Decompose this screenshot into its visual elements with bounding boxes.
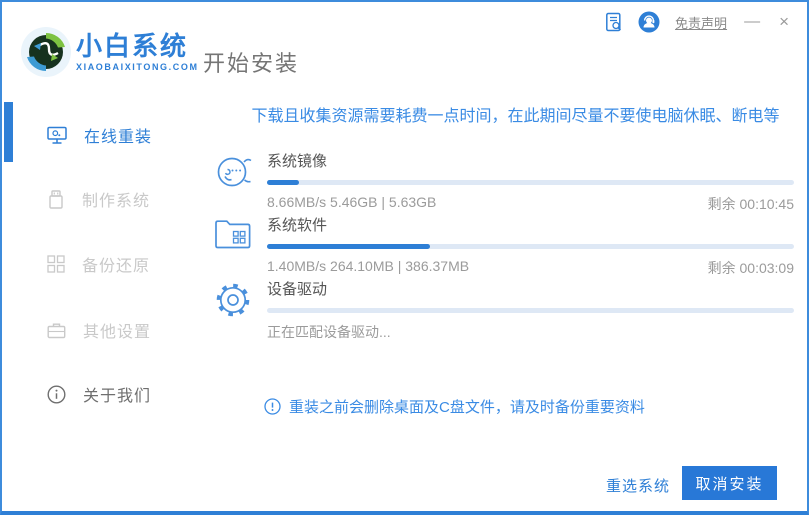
header-controls: 免责声明 — × xyxy=(604,11,791,33)
monitor-icon xyxy=(47,126,67,145)
sidebar-item-label: 在线重装 xyxy=(84,129,153,146)
download-warning-text: 下载且收集资源需要耗费一点时间，在此期间尽量不要使电脑休眠、断电等 xyxy=(251,108,780,125)
logo-text: 小白系统 XIAOBAIXITONG.COM xyxy=(76,32,199,72)
sidebar-item-make-system[interactable]: 制作系统 xyxy=(2,184,202,214)
logo-subtitle: XIAOBAIXITONG.COM xyxy=(76,62,199,72)
backup-note: 重装之前会删除桌面及C盘文件，请及时备份重要资料 xyxy=(264,396,645,417)
logo-title: 小白系统 xyxy=(76,31,189,61)
task-row-device-driver: 设备驱动 正在匹配设备驱动... xyxy=(213,278,794,342)
minimize-button[interactable]: — xyxy=(742,12,762,32)
task-row-system-image: 系统镜像 8.66MB/s 5.46GB | 5.63GB 剩余 00:10:4… xyxy=(213,150,794,214)
customer-service-icon[interactable] xyxy=(638,11,660,33)
task-title: 系统镜像 xyxy=(267,153,328,170)
progress-bar xyxy=(267,244,794,249)
app-logo: 小白系统 XIAOBAIXITONG.COM xyxy=(20,26,199,78)
briefcase-icon xyxy=(47,322,66,339)
task-row-system-software: 系统软件 1.40MB/s 264.10MB | 386.37MB 剩余 00:… xyxy=(213,214,794,278)
cancel-install-button[interactable]: 取消安装 xyxy=(682,466,777,500)
sidebar-item-label: 备份还原 xyxy=(82,258,151,275)
progress-bar xyxy=(267,308,794,313)
sidebar-item-other-settings[interactable]: 其他设置 xyxy=(2,315,202,345)
sidebar-item-backup-restore[interactable]: 备份还原 xyxy=(2,249,202,279)
usb-drive-icon xyxy=(47,189,65,209)
close-button[interactable]: × xyxy=(777,12,791,32)
page-title: 开始安装 xyxy=(203,51,300,76)
download-stats: 8.66MB/s 5.46GB | 5.63GB xyxy=(267,194,437,210)
time-remaining: 剩余 00:10:45 xyxy=(707,196,794,212)
time-remaining: 剩余 00:03:09 xyxy=(707,260,794,276)
mascot-face-icon xyxy=(213,150,267,214)
task-title: 设备驱动 xyxy=(267,281,328,298)
sidebar-item-about-us[interactable]: 关于我们 xyxy=(2,379,202,409)
progress-bar xyxy=(267,180,794,185)
info-circle-icon xyxy=(47,384,66,404)
app-window: 小白系统 XIAOBAIXITONG.COM 开始安装 免责声明 — × 在线重… xyxy=(0,0,809,515)
disclaimer-link[interactable]: 免责声明 xyxy=(675,13,727,32)
sidebar-item-online-reinstall[interactable]: 在线重装 xyxy=(2,120,202,150)
progress-bar-fill xyxy=(267,180,299,185)
task-title: 系统软件 xyxy=(267,217,328,234)
backup-blocks-icon xyxy=(47,255,65,273)
sidebar-item-label: 其他设置 xyxy=(83,324,152,341)
gear-icon xyxy=(213,278,267,342)
backup-note-text: 重装之前会删除桌面及C盘文件，请及时备份重要资料 xyxy=(289,399,645,416)
reselect-system-button[interactable]: 重选系统 xyxy=(606,475,670,496)
folder-grid-icon xyxy=(213,214,267,278)
logo-sphere-icon xyxy=(20,26,72,78)
progress-bar-fill xyxy=(267,244,431,249)
sidebar-item-label: 制作系统 xyxy=(82,193,151,210)
exclamation-circle-icon xyxy=(264,398,281,415)
report-doc-icon[interactable] xyxy=(604,12,623,33)
sidebar-item-label: 关于我们 xyxy=(83,388,152,405)
download-stats: 1.40MB/s 264.10MB | 386.37MB xyxy=(267,258,470,274)
task-status-text: 正在匹配设备驱动... xyxy=(267,324,391,340)
